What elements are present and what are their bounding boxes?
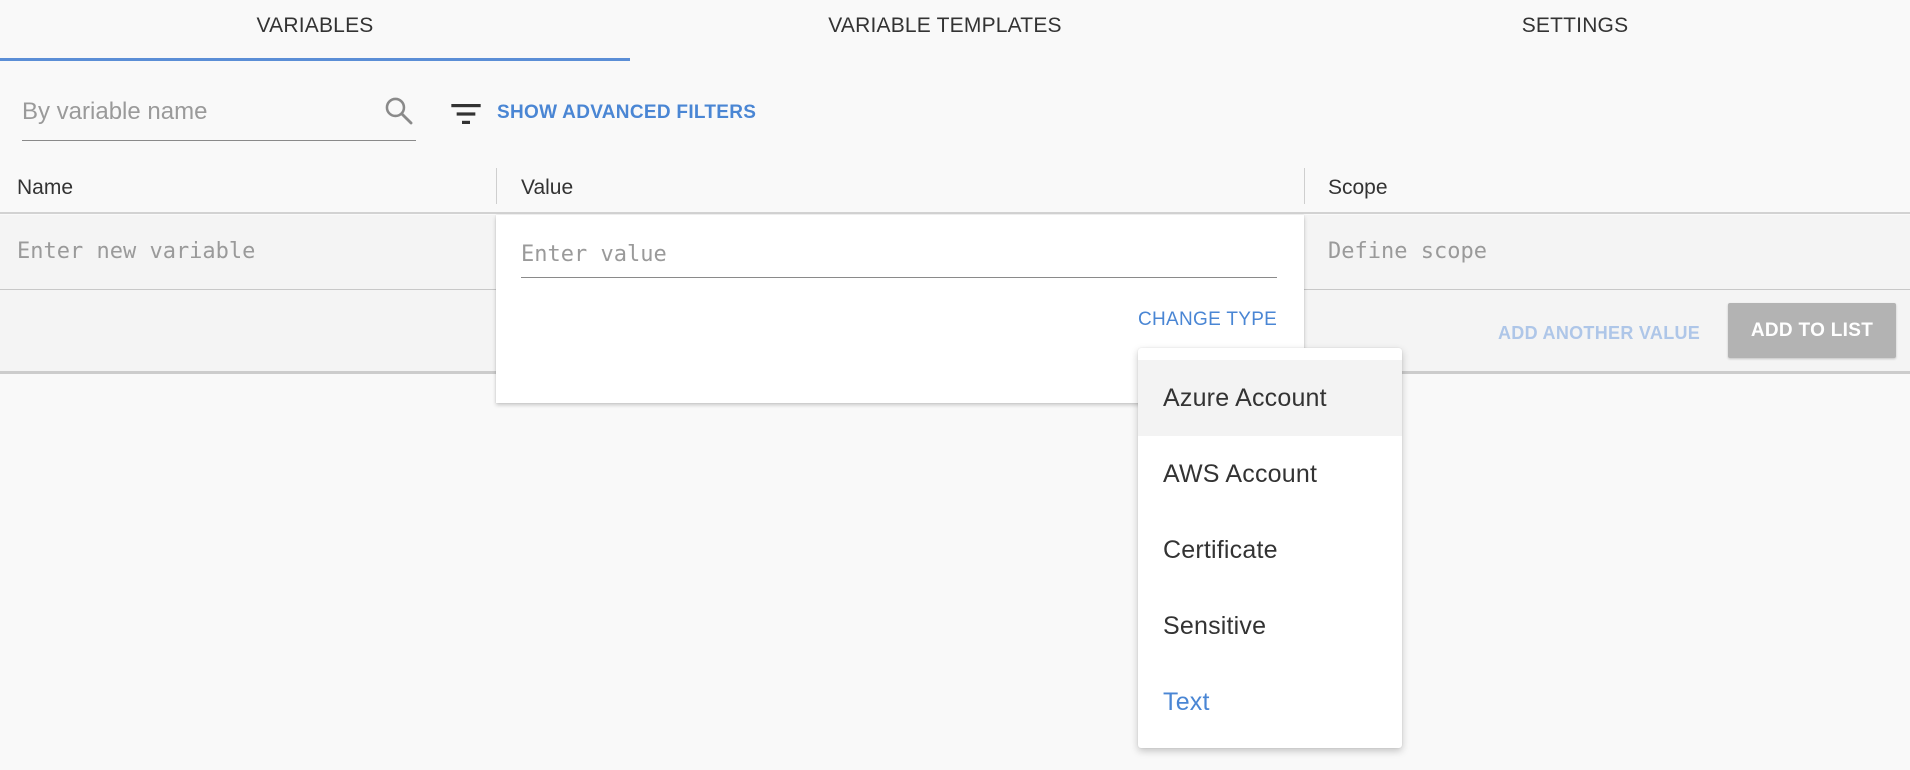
menu-item-label: Azure Account xyxy=(1163,383,1327,412)
menu-item-certificate[interactable]: Certificate xyxy=(1138,512,1402,588)
tab-label: SETTINGS xyxy=(1521,14,1629,37)
search-field xyxy=(22,88,416,141)
scope-input[interactable]: Define scope xyxy=(1328,239,1487,264)
variable-name-input[interactable]: Enter new variable xyxy=(17,239,255,264)
tab-settings[interactable]: SETTINGS xyxy=(1260,0,1890,61)
tab-variables[interactable]: VARIABLES xyxy=(0,0,630,61)
menu-item-aws-account[interactable]: AWS Account xyxy=(1138,436,1402,512)
column-divider[interactable] xyxy=(1304,168,1305,204)
search-input[interactable] xyxy=(22,88,362,136)
menu-item-azure-account[interactable]: Azure Account xyxy=(1138,360,1402,436)
column-header-scope: Scope xyxy=(1328,176,1388,199)
column-header-name: Name xyxy=(17,176,74,199)
menu-item-sensitive[interactable]: Sensitive xyxy=(1138,588,1402,664)
filter-icon[interactable] xyxy=(450,100,482,128)
menu-item-label: Certificate xyxy=(1163,535,1278,564)
value-input[interactable] xyxy=(521,232,1277,276)
tab-label: VARIABLE TEMPLATES xyxy=(828,14,1062,37)
tab-variable-templates[interactable]: VARIABLE TEMPLATES xyxy=(630,0,1260,61)
add-another-value-button[interactable]: ADD ANOTHER VALUE xyxy=(1498,323,1700,344)
search-icon[interactable] xyxy=(382,94,416,128)
variable-type-menu: Azure Account AWS Account Certificate Se… xyxy=(1138,348,1402,748)
variables-page: VARIABLES VARIABLE TEMPLATES SETTINGS SH… xyxy=(0,0,1910,770)
value-field xyxy=(521,232,1277,278)
menu-item-label: Text xyxy=(1163,687,1210,716)
tab-bar: VARIABLES VARIABLE TEMPLATES SETTINGS xyxy=(0,0,1910,61)
tab-label: VARIABLES xyxy=(256,14,374,37)
table-header: Name Value Scope xyxy=(0,168,1910,214)
add-to-list-button[interactable]: ADD TO LIST xyxy=(1728,303,1896,358)
menu-item-label: Sensitive xyxy=(1163,611,1267,640)
column-divider[interactable] xyxy=(496,168,497,204)
change-type-button[interactable]: CHANGE TYPE xyxy=(1138,309,1277,331)
menu-item-text[interactable]: Text xyxy=(1138,664,1402,740)
show-advanced-filters-button[interactable]: SHOW ADVANCED FILTERS xyxy=(497,102,756,124)
column-header-value: Value xyxy=(521,176,574,199)
menu-item-label: AWS Account xyxy=(1163,459,1318,488)
